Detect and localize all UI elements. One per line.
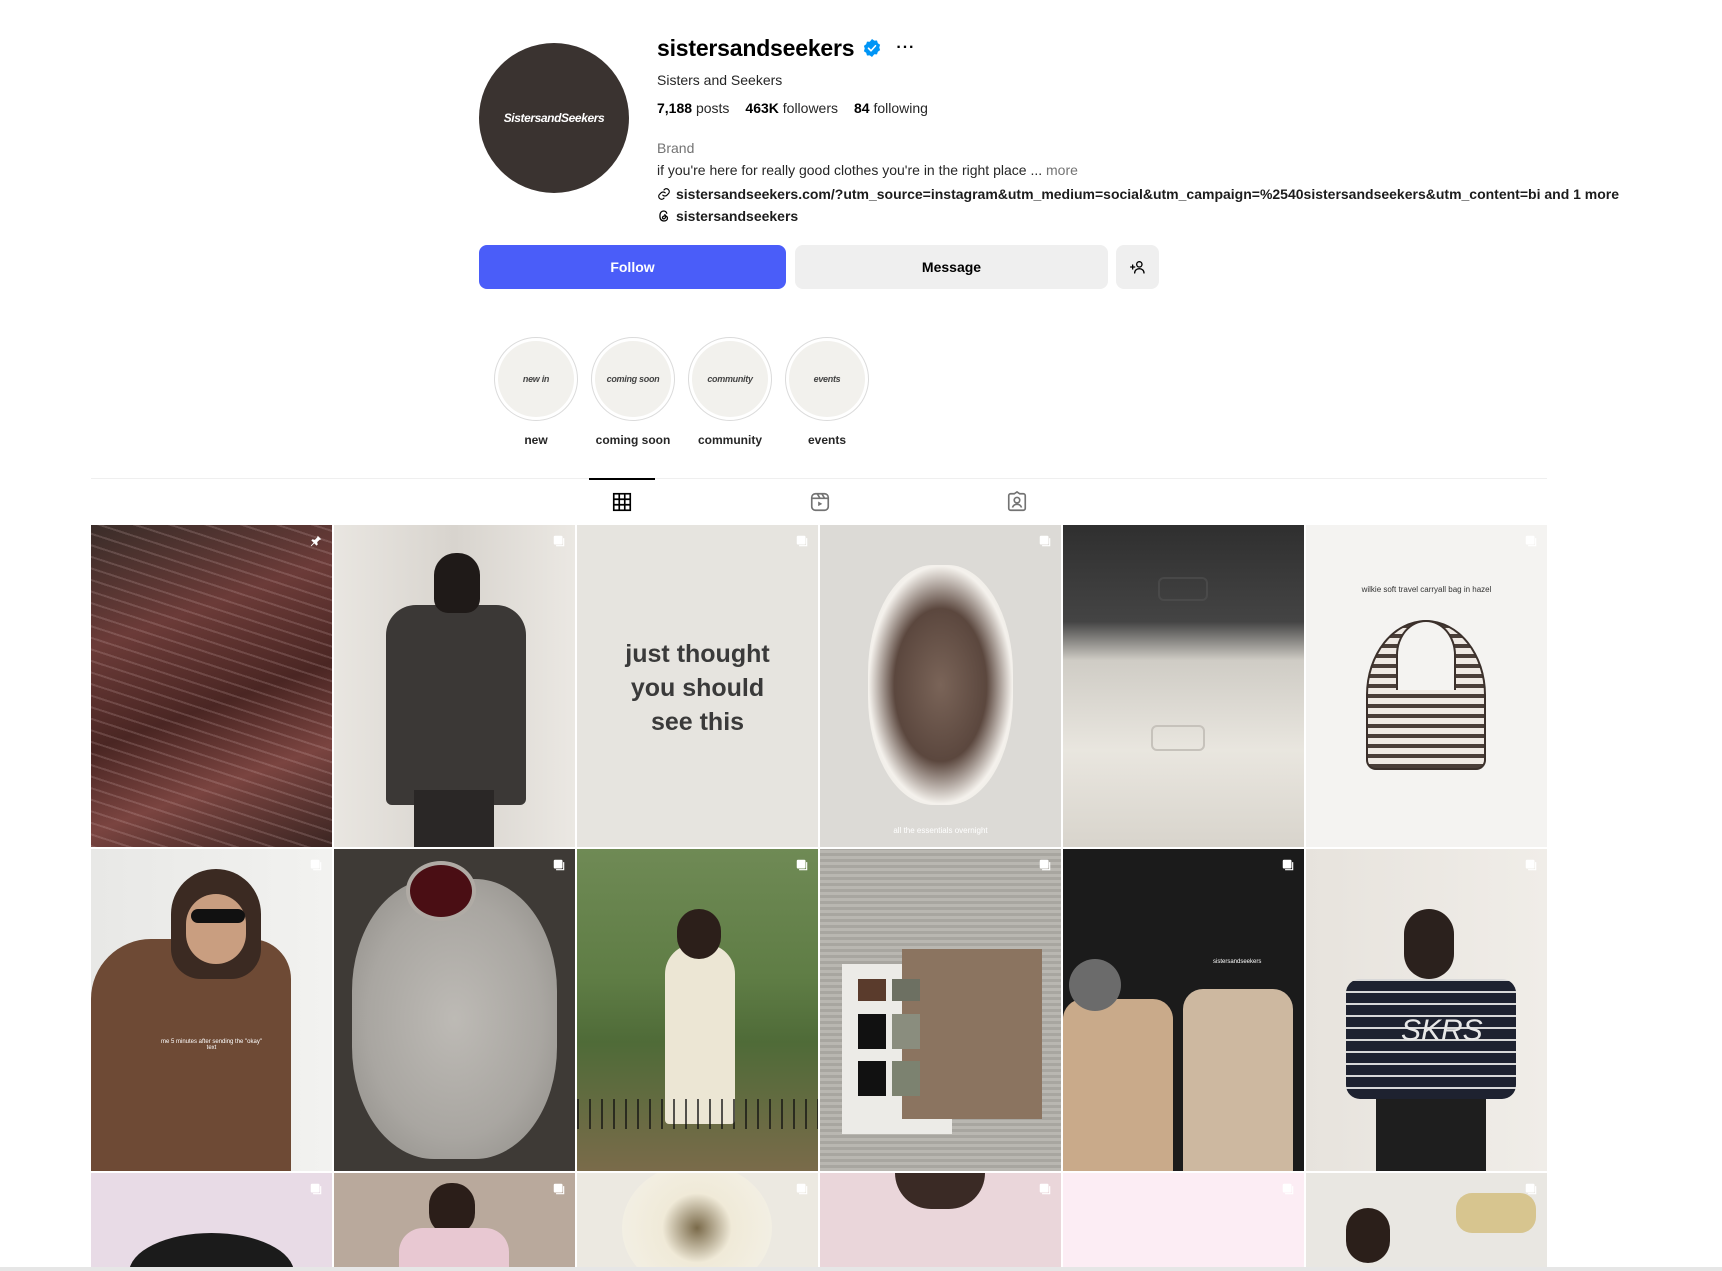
profile-bio: if you're here for really good clothes y…	[657, 162, 1657, 178]
carousel-icon	[553, 1183, 565, 1195]
post-tile[interactable]	[1063, 525, 1304, 847]
tab-reels[interactable]	[787, 479, 853, 525]
post-tile[interactable]: sistersandseekers	[1063, 849, 1304, 1171]
more-options-icon[interactable]: ···	[896, 39, 915, 57]
post-caption-overlay: me 5 minutes after sending the "okay" te…	[161, 1039, 262, 1051]
post-tile[interactable]: just thought you should see this	[577, 525, 818, 847]
highlight-cover: new in	[498, 341, 574, 417]
post-caption-overlay: all the essentials overnight	[893, 826, 988, 835]
carousel-icon	[796, 859, 808, 871]
external-link[interactable]: sistersandseekers.com/?utm_source=instag…	[657, 186, 1657, 202]
add-user-icon	[1129, 261, 1145, 274]
bottom-divider	[0, 1267, 1722, 1271]
highlight-events[interactable]: events events	[785, 337, 869, 447]
post-tile[interactable]	[91, 1173, 332, 1269]
profile-avatar[interactable]: SistersandSeekers	[479, 43, 629, 193]
follow-button[interactable]: Follow	[479, 245, 786, 289]
post-tile[interactable]	[334, 849, 575, 1171]
full-name: Sisters and Seekers	[657, 72, 783, 88]
following-stat[interactable]: 84 following	[854, 100, 928, 116]
carousel-icon	[1525, 535, 1537, 547]
tab-tagged[interactable]	[984, 479, 1050, 525]
highlight-cover: coming soon	[595, 341, 671, 417]
followers-stat[interactable]: 463K followers	[745, 100, 838, 116]
post-tile[interactable]	[1063, 1173, 1304, 1269]
post-tile[interactable]: SKRS	[1306, 849, 1547, 1171]
post-tile[interactable]	[1306, 1173, 1547, 1269]
carousel-icon	[553, 859, 565, 871]
link-icon	[658, 188, 670, 200]
carousel-icon	[1525, 859, 1537, 871]
threads-handle: sistersandseekers	[676, 208, 799, 224]
highlight-ring: new in	[494, 337, 578, 421]
external-link-text: sistersandseekers.com/?utm_source=instag…	[676, 186, 1620, 202]
threads-icon	[659, 210, 669, 222]
profile-category: Brand	[657, 140, 695, 156]
carousel-icon	[1039, 535, 1051, 547]
post-caption-overlay: just thought you should see this	[625, 640, 770, 736]
carousel-icon	[1282, 1183, 1294, 1195]
profile-info: sistersandseekers ··· Sisters and Seeker…	[657, 34, 1657, 225]
highlight-cover-text: community	[707, 374, 753, 384]
highlight-cover: events	[789, 341, 865, 417]
post-tile[interactable]	[577, 849, 818, 1171]
story-highlights: new in new coming soon coming soon commu…	[494, 337, 869, 447]
carousel-icon	[1282, 859, 1294, 871]
bio-text: if you're here for really good clothes y…	[657, 162, 1043, 178]
post-caption-overlay: wilkie soft travel carryall bag in hazel	[1361, 585, 1492, 594]
carousel-icon	[553, 535, 565, 547]
post-caption-overlay: SKRS	[1401, 1014, 1483, 1047]
threads-link[interactable]: sistersandseekers	[657, 208, 1657, 224]
username: sistersandseekers	[657, 34, 855, 61]
username-row: sistersandseekers ···	[657, 34, 1657, 62]
highlight-label: events	[807, 433, 847, 447]
post-tile[interactable]	[577, 1173, 818, 1269]
profile-stats: 7,188 posts 463K followers 84 following	[657, 100, 1657, 116]
highlight-cover-text: new in	[522, 374, 550, 384]
reels-icon	[810, 492, 830, 512]
highlight-ring: coming soon	[591, 337, 675, 421]
highlight-label: community	[697, 433, 762, 447]
post-tile[interactable]: me 5 minutes after sending the "okay" te…	[91, 849, 332, 1171]
profile-tabs	[91, 478, 1547, 524]
carousel-icon	[310, 1183, 322, 1195]
highlight-ring: events	[785, 337, 869, 421]
post-tile[interactable]: all the essentials overnight	[820, 525, 1061, 847]
tab-posts[interactable]	[589, 478, 655, 524]
highlight-cover-text: events	[813, 374, 841, 384]
bio-more-link[interactable]: more	[1046, 162, 1078, 178]
carousel-icon	[796, 1183, 808, 1195]
post-tile[interactable]	[91, 525, 332, 847]
highlight-cover: community	[692, 341, 768, 417]
highlight-coming-soon[interactable]: coming soon coming soon	[591, 337, 675, 447]
post-tile[interactable]	[334, 1173, 575, 1269]
posts-grid-icon	[612, 492, 632, 512]
post-tile[interactable]: wilkie soft travel carryall bag in hazel	[1306, 525, 1547, 847]
verified-badge-icon	[864, 39, 881, 57]
posts-stat: 7,188 posts	[657, 100, 730, 116]
avatar-logo-text: SistersandSeekers	[503, 111, 605, 125]
carousel-icon	[1039, 859, 1051, 871]
pinned-icon	[310, 535, 322, 547]
highlight-cover-text: coming soon	[606, 374, 660, 384]
carousel-icon	[796, 535, 808, 547]
tagged-icon	[1007, 491, 1027, 512]
posts-grid: just thought you should see this all the…	[91, 525, 1547, 1269]
carousel-icon	[1525, 1183, 1537, 1195]
post-tile[interactable]	[334, 525, 575, 847]
post-tile[interactable]	[820, 849, 1061, 1171]
post-tile[interactable]	[820, 1173, 1061, 1269]
highlight-label: new	[524, 433, 548, 447]
carousel-icon	[310, 859, 322, 871]
carousel-icon	[1039, 1183, 1051, 1195]
suggested-users-button[interactable]	[1116, 245, 1159, 289]
highlight-community[interactable]: community community	[688, 337, 772, 447]
highlight-new[interactable]: new in new	[494, 337, 578, 447]
highlight-label: coming soon	[595, 433, 671, 447]
post-caption-overlay: sistersandseekers	[1213, 959, 1262, 965]
highlight-ring: community	[688, 337, 772, 421]
message-button[interactable]: Message	[795, 245, 1108, 289]
